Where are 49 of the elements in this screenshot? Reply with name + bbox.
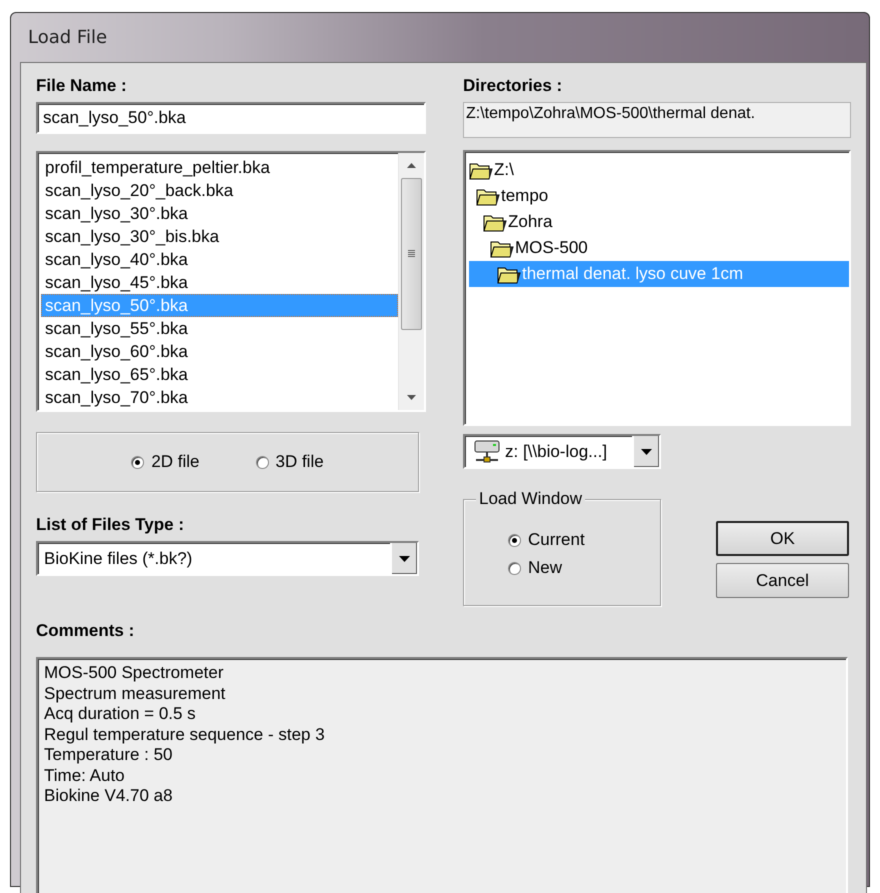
file-list-item[interactable]: scan_lyso_20°_back.bka <box>41 179 398 202</box>
scroll-up-icon[interactable] <box>407 163 416 168</box>
dropdown-value: z: [\\bio-log...] <box>505 442 608 462</box>
file-list-item[interactable]: scan_lyso_45°.bka <box>41 271 398 294</box>
comment-line: Acq duration = 0.5 s <box>44 704 197 724</box>
file-name-field[interactable]: scan_lyso_50°.bka <box>36 102 426 134</box>
radio-label[interactable]: 2D file <box>151 452 200 472</box>
radio-label[interactable]: New <box>528 558 562 578</box>
comment-line: Biokine V4.70 a8 <box>44 786 174 806</box>
radio-button[interactable] <box>508 562 521 574</box>
dialog-button[interactable]: Cancel <box>716 563 849 598</box>
files-type-dropdown[interactable]: BioKine files (*.bk?) <box>36 541 419 576</box>
tree-item[interactable]: Z:\ <box>469 157 849 183</box>
comment-line: Regul temperature sequence - step 3 <box>44 724 326 745</box>
network-drive-icon <box>473 440 501 464</box>
file-list-item[interactable]: scan_lyso_70°.bka <box>41 386 398 409</box>
file-list-item[interactable]: scan_lyso_55°.bka <box>41 317 398 340</box>
directory-path: Z:\tempo\Zohra\MOS-500\thermal denat. <box>463 102 851 138</box>
scroll-down-icon[interactable] <box>407 395 416 400</box>
field-label: File Name : <box>36 75 127 97</box>
dropdown-arrow-icon[interactable] <box>641 448 652 454</box>
file-list-item[interactable]: scan_lyso_30°_bis.bka <box>41 225 398 248</box>
comment-line: Temperature : 50 <box>44 745 174 766</box>
field-label: Comments : <box>36 620 134 642</box>
window-title: Load File <box>27 26 108 50</box>
file-list-item[interactable]: scan_lyso_65°.bka <box>41 363 398 386</box>
dropdown-value: BioKine files (*.bk?) <box>44 548 194 568</box>
field-label: Directories : <box>463 75 562 97</box>
field-label: List of Files Type : <box>36 514 184 536</box>
scrollbar[interactable] <box>398 153 424 410</box>
comment-line: MOS-500 Spectrometer <box>44 663 225 684</box>
dialog-button[interactable]: OK <box>716 521 849 556</box>
radio-button[interactable] <box>131 456 144 468</box>
file-list-item[interactable]: scan_lyso_60°.bka <box>41 340 398 363</box>
drive-dropdown[interactable]: z: [\\bio-log...] <box>463 434 661 469</box>
file-list-item[interactable]: profil_temperature_peltier.bka <box>41 156 398 179</box>
radio-button[interactable] <box>508 534 521 546</box>
dropdown-arrow-icon[interactable] <box>399 556 410 562</box>
radio-label[interactable]: Current <box>528 530 585 550</box>
file-list-item[interactable]: scan_lyso_30°.bka <box>41 202 398 225</box>
comment-line: Spectrum measurement <box>44 684 226 704</box>
radio-label[interactable]: 3D file <box>276 452 324 472</box>
radio-button[interactable] <box>256 456 268 468</box>
file-list-item[interactable]: scan_lyso_40°.bka <box>41 248 398 271</box>
grip-icon <box>408 250 415 258</box>
tree-item[interactable]: Zohra <box>469 209 849 235</box>
tree-item[interactable]: MOS-500 <box>469 235 849 261</box>
tree-item[interactable]: tempo <box>469 183 849 209</box>
comment-line: Time: Auto <box>44 766 126 786</box>
